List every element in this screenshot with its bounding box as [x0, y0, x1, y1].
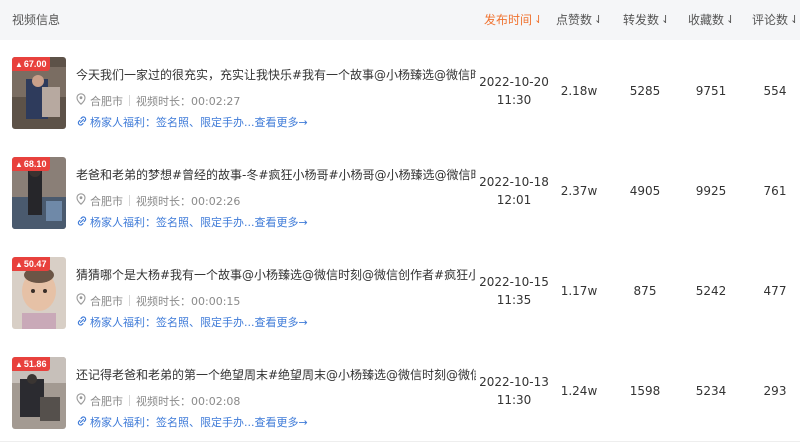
publish-datetime: 2022-10-18 12:01 [479, 175, 549, 207]
shares-count: 5285 [629, 84, 661, 98]
header-video-info: 视频信息 [12, 13, 61, 27]
duration: 00:00:15 [191, 295, 241, 308]
promo-link[interactable]: 杨家人福利：签名照、限定手办...查看更多→ [76, 214, 308, 230]
favorites-count: 5234 [695, 384, 727, 398]
comments-count: 554 [763, 84, 787, 98]
location-pin-icon [76, 193, 88, 208]
table-row: ▲68.10 老爸和老弟的梦想#曾经的故事-冬#疯狂小杨哥#小杨哥@小杨臻选@微… [0, 141, 800, 242]
video-title[interactable]: 今天我们一家过的很充实，充实让我快乐#我有一个故事@小杨臻选@微信时... [76, 66, 476, 83]
city: 合肥市 [90, 95, 123, 108]
shares-count: 1598 [629, 384, 661, 398]
video-thumbnail[interactable]: ▲51.86 [12, 357, 66, 429]
hot-score-badge: ▲68.10 [12, 157, 51, 171]
duration-label: 视频时长： [136, 295, 191, 308]
video-meta: 合肥市 视频时长：00:02:08 [76, 393, 240, 409]
publish-datetime: 2022-10-13 11:30 [479, 375, 549, 407]
location-pin-icon [76, 93, 88, 108]
promo-link[interactable]: 杨家人福利：签名照、限定手办...查看更多→ [76, 114, 308, 130]
sort-arrow-icon: ⇃ [534, 13, 544, 26]
promo-link[interactable]: 杨家人福利：签名照、限定手办...查看更多→ [76, 414, 308, 430]
duration-label: 视频时长： [136, 395, 191, 408]
favorites-count: 9925 [695, 184, 727, 198]
sort-shares[interactable]: 转发数 ⇃ [623, 0, 670, 40]
video-meta: 合肥市 视频时长：00:02:26 [76, 193, 240, 209]
flame-icon: ▲ [15, 260, 23, 269]
duration: 00:02:27 [191, 95, 241, 108]
table-row: ▲67.00 今天我们一家过的很充实，充实让我快乐#我有一个故事@小杨臻选@微信… [0, 41, 800, 142]
comments-count: 761 [763, 184, 787, 198]
shares-count: 875 [633, 284, 657, 298]
hot-score-badge: ▲50.47 [12, 257, 51, 271]
flame-icon: ▲ [15, 360, 23, 369]
table-row: ▲50.47 猜猜哪个是大杨#我有一个故事@小杨臻选@微信时刻@微信创作者#疯狂… [0, 241, 800, 342]
favorites-count: 5242 [695, 284, 727, 298]
duration: 00:02:26 [191, 195, 241, 208]
link-icon [76, 116, 90, 129]
comments-count: 477 [763, 284, 787, 298]
flame-icon: ▲ [15, 160, 23, 169]
sort-arrow-icon: ⇃ [790, 13, 800, 26]
duration-label: 视频时长： [136, 95, 191, 108]
video-meta: 合肥市 视频时长：00:02:27 [76, 93, 240, 109]
sort-arrow-icon: ⇃ [594, 13, 604, 26]
location-pin-icon [76, 293, 88, 308]
duration-label: 视频时长： [136, 195, 191, 208]
link-icon [76, 416, 90, 429]
video-thumbnail[interactable]: ▲68.10 [12, 157, 66, 229]
video-title[interactable]: 猜猜哪个是大杨#我有一个故事@小杨臻选@微信时刻@微信创作者#疯狂小杨哥 [76, 266, 476, 283]
divider [129, 195, 130, 206]
city: 合肥市 [90, 395, 123, 408]
table-header: 视频信息 发布时间 ⇃ 点赞数 ⇃ 转发数 ⇃ 收藏数 ⇃ 评论数 ⇃ [0, 0, 800, 40]
promo-link[interactable]: 杨家人福利：签名照、限定手办...查看更多→ [76, 314, 308, 330]
likes-count: 2.18w [560, 84, 598, 98]
divider [129, 395, 130, 406]
video-thumbnail[interactable]: ▲67.00 [12, 57, 66, 129]
sort-favorites[interactable]: 收藏数 ⇃ [688, 0, 735, 40]
likes-count: 2.37w [560, 184, 598, 198]
divider [129, 295, 130, 306]
flame-icon: ▲ [15, 60, 23, 69]
publish-datetime: 2022-10-15 11:35 [479, 275, 549, 307]
video-title[interactable]: 老爸和老弟的梦想#曾经的故事-冬#疯狂小杨哥#小杨哥@小杨臻选@微信时刻... [76, 166, 476, 183]
sort-comments[interactable]: 评论数 ⇃ [752, 0, 799, 40]
hot-score-badge: ▲67.00 [12, 57, 51, 71]
link-icon [76, 216, 90, 229]
video-meta: 合肥市 视频时长：00:00:15 [76, 293, 240, 309]
table-row: ▲51.86 还记得老爸和老弟的第一个绝望周末#绝望周末@小杨臻选@微信时刻@微… [0, 341, 800, 442]
sort-arrow-icon: ⇃ [661, 13, 671, 26]
video-thumbnail[interactable]: ▲50.47 [12, 257, 66, 329]
hot-score-badge: ▲51.86 [12, 357, 51, 371]
sort-publish-time[interactable]: 发布时间 ⇃ [484, 0, 543, 40]
publish-datetime: 2022-10-20 11:30 [479, 75, 549, 107]
duration: 00:02:08 [191, 395, 241, 408]
divider [129, 95, 130, 106]
sort-likes[interactable]: 点赞数 ⇃ [556, 0, 603, 40]
comments-count: 293 [763, 384, 787, 398]
city: 合肥市 [90, 195, 123, 208]
shares-count: 4905 [629, 184, 661, 198]
video-table: 视频信息 发布时间 ⇃ 点赞数 ⇃ 转发数 ⇃ 收藏数 ⇃ 评论数 ⇃ ▲67.00 今天… [0, 0, 800, 442]
location-pin-icon [76, 393, 88, 408]
city: 合肥市 [90, 295, 123, 308]
sort-arrow-icon: ⇃ [726, 13, 736, 26]
video-title[interactable]: 还记得老爸和老弟的第一个绝望周末#绝望周末@小杨臻选@微信时刻@微信... [76, 366, 476, 383]
likes-count: 1.24w [560, 384, 598, 398]
link-icon [76, 316, 90, 329]
likes-count: 1.17w [560, 284, 598, 298]
favorites-count: 9751 [695, 84, 727, 98]
